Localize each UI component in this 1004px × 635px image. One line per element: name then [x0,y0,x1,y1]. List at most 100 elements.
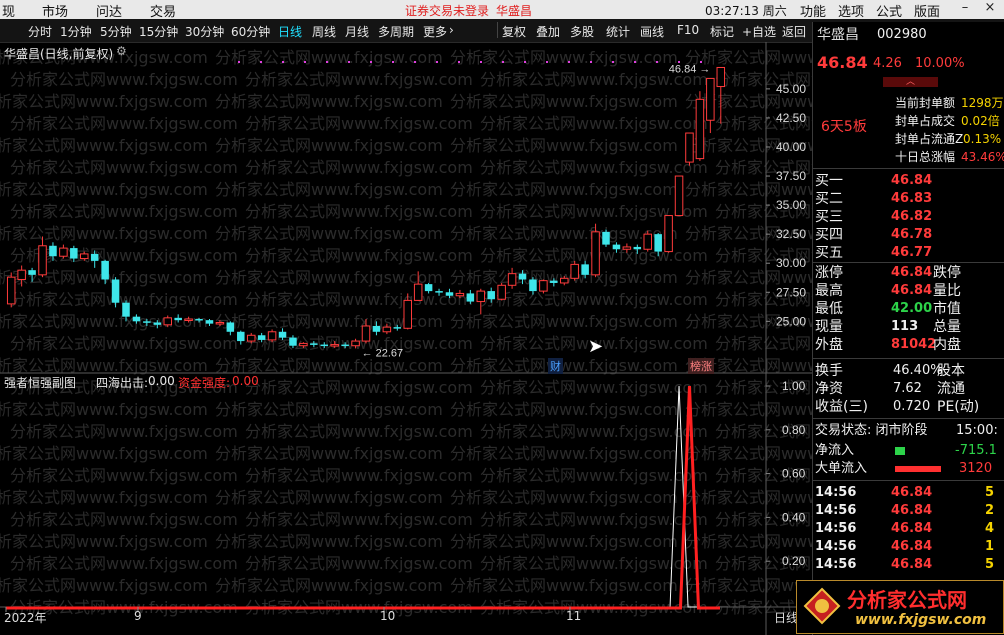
stat-label-0: 涨停 [815,265,843,281]
tick-price-2: 46.84 [891,521,933,536]
y-tick-label: 27.50 [776,285,806,299]
candle-body-up [246,334,256,342]
signal-dot [634,61,636,63]
indicator-name[interactable]: 强者恒强副图 [4,374,76,391]
y-tick-label: 25.00 [776,314,806,328]
settings-gear-icon[interactable]: ⚙ [116,44,127,58]
menu-item-options[interactable]: 选项 [838,1,864,20]
candle-body-up [361,325,371,342]
stat-label2-3: 总量 [933,319,961,335]
menu-item-trade[interactable]: 交易 [150,1,176,20]
net-flow-bar [895,447,905,455]
indicator-s2-label: 资金强度: [178,376,231,390]
chart-area[interactable]: 分析家公式网www.fxjgsw.com 分析家公式网www.fxjgsw.com… [0,42,943,635]
seal-label-1: 封单占成交 [895,114,956,128]
bid-label-3: 买三 [815,209,843,225]
signal-dot [370,61,372,63]
chevron-right-icon[interactable]: › [449,23,454,37]
tool-adjust-button[interactable]: 复权 [502,23,526,40]
candle-body-down [320,344,329,347]
signal-dot [414,61,416,63]
stat-value-4: 81042 [891,337,937,352]
bid-price-1: 46.84 [891,173,933,188]
signal-dot [524,61,526,63]
stat2-value-2: 0.720 [893,399,931,414]
menu-bar: 现 市场 问达 交易 证券交易未登录 华盛昌 03:27:13 周六 功能 选项… [0,0,1004,20]
signal-dot [304,61,306,63]
period-tab-timeshare[interactable]: 分时 [28,23,52,40]
tick-vol-2: 4 [985,521,995,536]
menu-item-layout[interactable]: 版面 [914,1,940,20]
kline-chart[interactable]: 45.00 42.50 40.00 37.50 35.00 32.50 30.00 27.50… [0,42,812,635]
menu-item-ask[interactable]: 问达 [96,1,122,20]
indicator-y-tick-label: 1.00 [782,379,806,393]
tool-overlay-button[interactable]: 叠加 [536,23,560,40]
bid-label-1: 买一 [815,173,843,189]
logo-emblem-icon [803,587,841,625]
period-tab-5min[interactable]: 5分钟 [100,23,132,40]
stat2-label-2: 收益(三) [815,399,868,415]
menu-item-market[interactable]: 市场 [42,1,68,20]
candle-body-down [424,284,433,292]
period-tab-monthly[interactable]: 月线 [345,23,369,40]
login-alert[interactable]: 证券交易未登录 [405,2,489,19]
tick-price-1: 46.84 [891,503,933,518]
y-tick-label: 30.00 [776,256,806,270]
candle-body-down [143,321,151,323]
tick-price-4: 46.84 [891,557,933,572]
mouse-cursor-icon: ➤ [588,336,604,357]
indicator-s1-label: 四海出击: [96,376,149,390]
financial-badge[interactable]: 财 [548,358,563,374]
period-tab-weekly[interactable]: 周线 [312,23,336,40]
period-tab-multi[interactable]: 多周期 [378,23,414,40]
tool-draw-button[interactable]: 画线 [640,23,664,40]
period-tab-60min[interactable]: 60分钟 [231,23,270,40]
stat2-label-1: 净资 [815,381,843,397]
stat2-label2-0: 股本 [937,363,965,379]
candle-body-up [497,284,506,300]
tool-stats-button[interactable]: 统计 [606,23,630,40]
stock-name: 华盛昌 [817,27,859,43]
seal-value-1: 0.02倍 [961,114,1000,128]
close-icon[interactable]: × [977,0,1003,19]
tool-mark-button[interactable]: 标记 [710,23,734,40]
candle-body-up [403,299,412,329]
flow-label-0: 净流入 [815,443,855,458]
minimize-icon[interactable]: – [952,0,978,19]
candle-body-down [278,331,287,338]
bid-price-4: 46.78 [891,227,933,242]
tool-f10-button[interactable]: F10 [677,23,699,37]
period-tab-15min[interactable]: 15分钟 [139,23,178,40]
candle-body-down [90,253,99,261]
tool-back-button[interactable]: 返回 [782,23,806,40]
period-tab-daily[interactable]: 日线 [278,23,302,40]
big-order-flow-bar [895,466,941,472]
seal-value-2: 0.13% [963,132,1002,146]
indicator-series-2 [6,385,720,610]
bid-label-2: 买二 [815,191,843,207]
tick-vol-4: 5 [985,557,995,572]
bid-price-5: 46.77 [891,245,933,260]
period-tab-1min[interactable]: 1分钟 [60,23,92,40]
candle-body-up [570,263,579,279]
signal-dot [392,61,394,63]
collapse-chevron-icon[interactable]: ︿ [883,77,938,87]
candle-body-down [289,337,297,346]
bid-price-3: 46.82 [891,209,933,224]
menu-item-function[interactable]: 功能 [800,1,826,20]
clock-display: 03:27:13 周六 [705,4,787,18]
period-tab-more[interactable]: 更多 [423,23,447,40]
candle-body-up [413,283,423,301]
menu-item-now[interactable]: 现 [2,1,15,20]
candle-body-down [602,231,610,245]
tool-add-watchlist-button[interactable]: +自选 [742,23,776,40]
signal-dot [436,61,438,63]
signal-dot [282,61,284,63]
rank-badge[interactable]: 榜涨 [688,358,714,374]
menu-item-formula[interactable]: 公式 [876,1,902,20]
divider [813,262,1004,263]
candle-body-down [226,322,235,332]
tool-multistock-button[interactable]: 多股 [570,23,594,40]
period-tab-30min[interactable]: 30分钟 [185,23,224,40]
x-label-sep: 9 [134,609,142,623]
